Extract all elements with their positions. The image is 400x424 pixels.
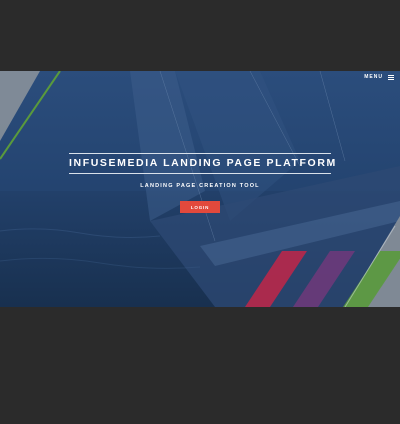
hamburger-icon	[388, 74, 394, 80]
hero-title-block: INFUSEMEDIA LANDING PAGE PLATFORM	[69, 153, 337, 174]
login-button[interactable]: LOGIN	[180, 201, 220, 213]
page: MENU INFUSEMEDIA LANDING PAGE PLATFORM L…	[0, 0, 400, 424]
page-title: INFUSEMEDIA LANDING PAGE PLATFORM	[69, 157, 337, 169]
menu-label: MENU	[364, 74, 383, 80]
menu-button[interactable]: MENU	[364, 74, 394, 80]
hero-background-image	[0, 71, 400, 307]
hero-section: MENU INFUSEMEDIA LANDING PAGE PLATFORM L…	[0, 71, 400, 307]
page-subtitle: LANDING PAGE CREATION TOOL	[140, 183, 260, 189]
